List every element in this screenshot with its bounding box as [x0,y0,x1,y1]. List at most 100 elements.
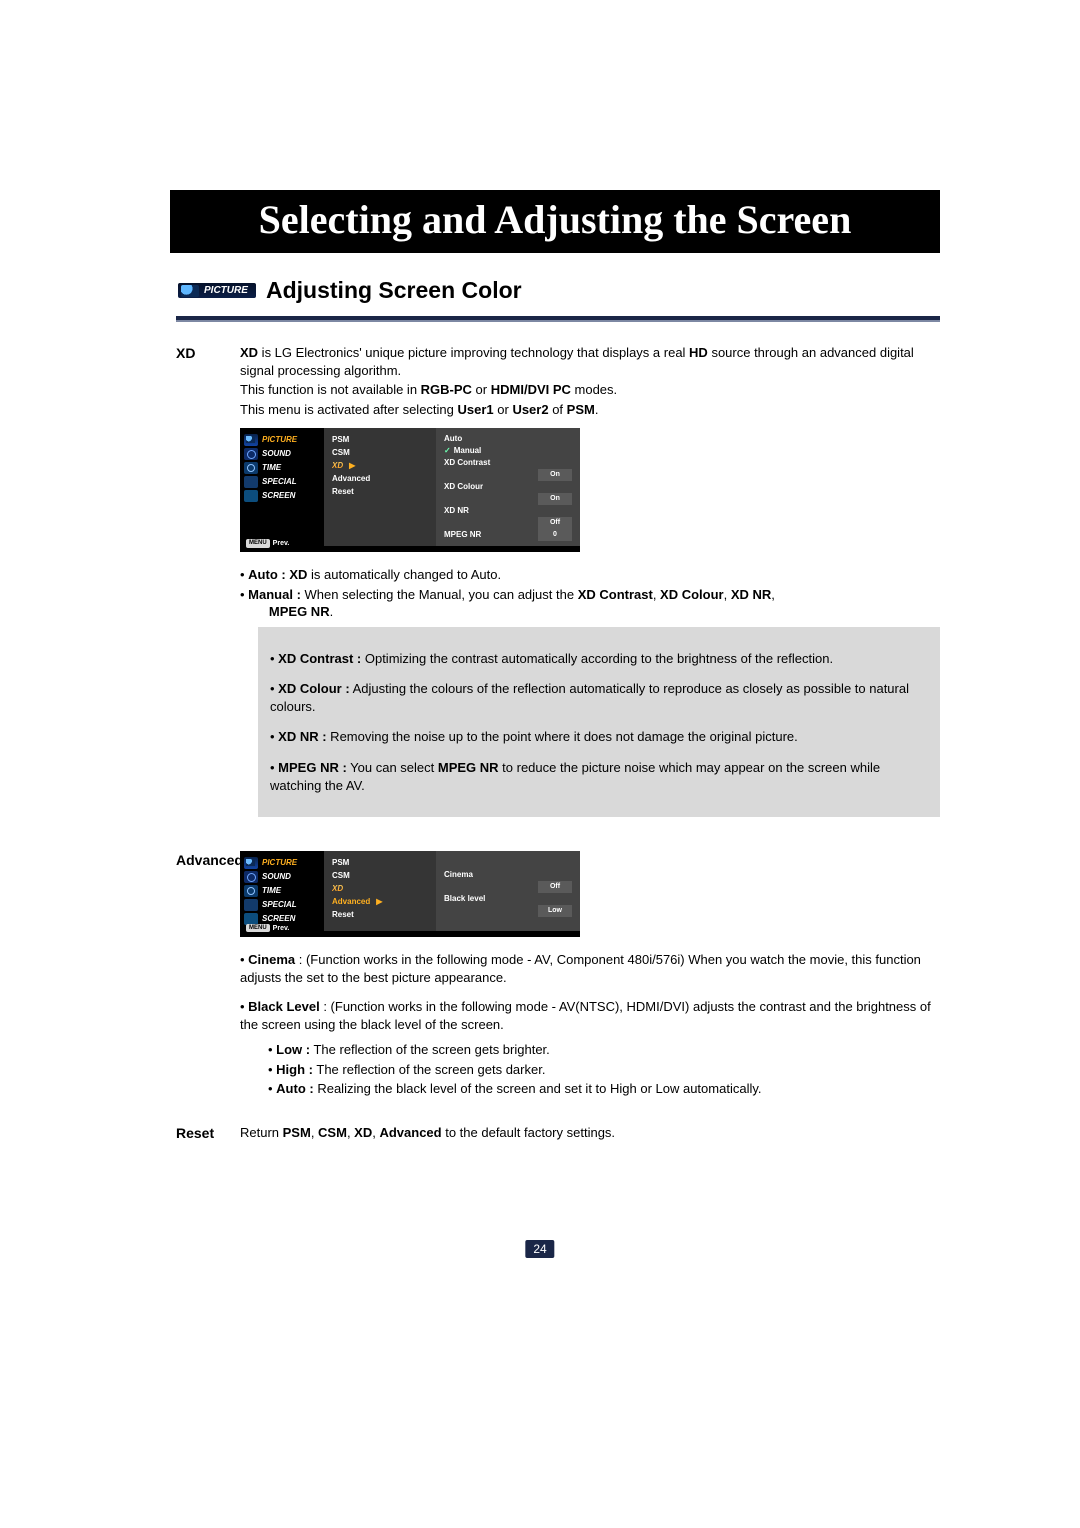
divider [176,316,940,322]
page-banner: Selecting and Adjusting the Screen [170,190,940,253]
xmp-t1: You can select [347,760,438,775]
reset-t1: Return [240,1125,283,1140]
high-t: The reflection of the screen gets darker… [313,1062,545,1077]
man-b3: XD Colour [660,587,724,602]
osd2-c0: PICTURE [262,858,297,869]
prev-text: Prev. [273,539,290,548]
osd2-m4: Reset [332,908,428,921]
xd-l3t3: of [549,402,567,417]
check-icon: ✓ [444,446,451,455]
time-icon [244,462,258,474]
reset-section: Reset Return PSM, CSM, XD, Advanced to t… [170,1124,940,1144]
osd2-footer: MENUPrev. [246,924,289,933]
osd1-cat4: SCREEN [262,491,295,502]
xcol-b: XD Colour : [278,681,350,696]
osd2-c2: TIME [262,886,281,897]
osd2-c3: SPECIAL [262,900,297,911]
arrow-icon: ▶ [376,897,382,906]
aauto-b: Auto : [276,1081,314,1096]
xnr-t: Removing the noise up to the point where… [327,729,798,744]
reset-b2: CSM [318,1125,347,1140]
xd-l2t2: or [472,382,491,397]
man-b2: XD Contrast [578,587,653,602]
reset-b3: XD [354,1125,372,1140]
manual-page: Selecting and Adjusting the Screen PICTU… [0,0,1080,1528]
osd1-mi2: XD ▶ [332,459,428,472]
time-icon [244,885,258,897]
osd2-v0: Off [538,881,572,893]
osd-screenshot-2: PICTURE SOUND TIME SPECIAL SCREEN PSM CS… [240,851,580,937]
osd1-cat2: TIME [262,463,281,474]
xd-b2: HD [689,345,708,360]
arrow-icon: ▶ [349,461,355,470]
subtitle-row: PICTURE Adjusting Screen Color [178,277,940,304]
special-icon [244,476,258,488]
osd1-v3: On [538,493,572,505]
osd2-v1: Low [538,905,572,917]
low-t: The reflection of the screen gets bright… [310,1042,550,1057]
picture-icon [244,857,258,869]
xd-l2t1: This function is not available in [240,382,421,397]
s3: , [771,587,775,602]
xnr-b: XD NR : [278,729,326,744]
osd2-values: Cinema Off Black level Low [436,851,580,931]
xd-l3b3: PSM [567,402,595,417]
osd1-mi4: Reset [332,485,428,498]
osd1-v5: 0 [538,529,572,541]
menu-button-icon: MENU [246,539,270,547]
aauto-t: Realizing the black level of the screen … [314,1081,762,1096]
osd2-m3: Advanced ▶ [332,895,428,908]
prev-text: Prev. [273,924,290,933]
screen-icon [244,490,258,502]
osd1-r2: XD Contrast [444,457,490,469]
advanced-bullets: • Cinema : (Function works in the follow… [240,951,940,1098]
xd-label: XD [170,344,240,363]
xd-l3b1: User1 [458,402,494,417]
xd-t1: is LG Electronics' unique picture improv… [258,345,689,360]
osd2-m0: PSM [332,856,428,869]
xd-b1: XD [240,345,258,360]
subtitle-text: Adjusting Screen Color [266,277,522,304]
osd1-values: Auto ✓Manual XD Contrast On XD Colour On… [436,428,580,546]
osd1-r3: XD Colour [444,481,483,493]
osd2-m3t: Advanced [332,897,370,906]
picture-icon [244,434,258,446]
s2: , [724,587,731,602]
osd1-mi1: CSM [332,446,428,459]
osd2-r1: Black level [444,893,485,905]
osd2-menu: PSM CSM XD Advanced▶ Reset [324,851,436,931]
man-t: When selecting the Manual, you can adjus… [301,587,578,602]
rs1: , [311,1125,318,1140]
xd-l3t2: or [494,402,513,417]
high-b: High : [276,1062,313,1077]
advanced-content: PICTURE SOUND TIME SPECIAL SCREEN PSM CS… [240,851,940,1100]
xd-l2t3: modes. [571,382,617,397]
osd-screenshot-1: PICTURE SOUND TIME SPECIAL SCREEN PSM CS… [240,428,580,552]
reset-b1: PSM [283,1125,311,1140]
low-b: Low : [276,1042,310,1057]
osd1-r1: Manual [454,446,482,455]
xd-l3t1: This menu is activated after selecting [240,402,458,417]
reset-b4: Advanced [379,1125,441,1140]
sound-icon [244,871,258,883]
osd2-c1: SOUND [262,872,291,883]
osd1-mi3: Advanced [332,472,428,485]
xd-l3t4: . [595,402,599,417]
osd1-mi0: PSM [332,433,428,446]
xd-logo-icon: XD [332,882,343,895]
man-b5: MPEG NR [269,604,330,619]
auto-b: Auto : XD [248,567,307,582]
page-number: 24 [525,1240,554,1258]
reset-label: Reset [170,1124,240,1143]
xd-l2b1: RGB-PC [421,382,472,397]
xmp-b: MPEG NR : [278,760,347,775]
osd1-footer: MENUPrev. [246,539,289,548]
xcol-t: Adjusting the colours of the reflection … [270,681,909,714]
xd-l2b2: HDMI/DVI PC [491,382,571,397]
osd1-menu: PSM CSM XD ▶ Advanced Reset [324,428,436,546]
xd-logo-icon: XD [332,459,343,472]
xd-section: XD XD is LG Electronics' unique picture … [170,344,940,827]
osd2-categories: PICTURE SOUND TIME SPECIAL SCREEN [240,851,324,931]
xd-l3b2: User2 [512,402,548,417]
osd1-r5: MPEG NR [444,529,481,541]
